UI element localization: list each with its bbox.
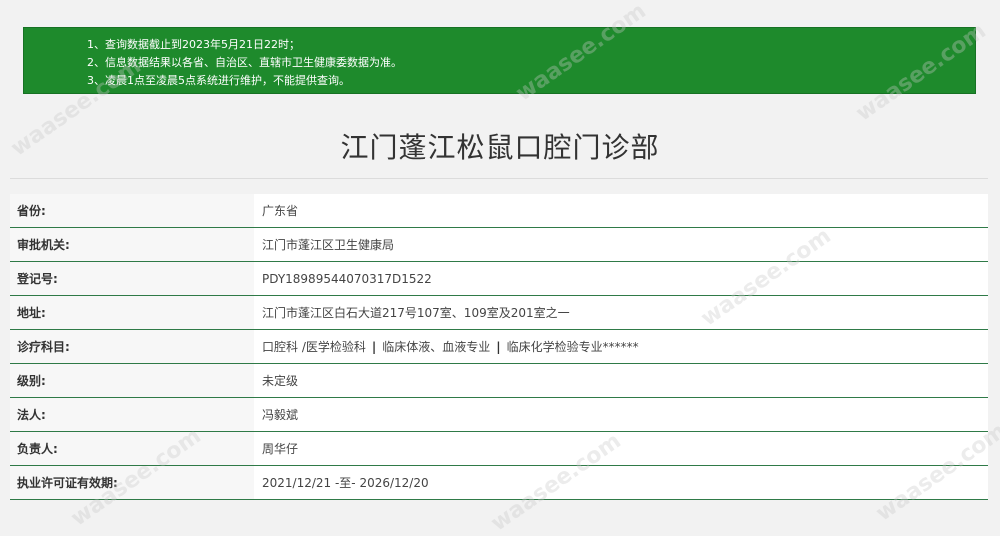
row-label: 执业许可证有效期: [10,466,254,499]
department-item: 临床体液、血液专业 [382,340,491,354]
row-value: 江门市蓬江区卫生健康局 [262,238,395,252]
page-title: 江门蓬江松鼠口腔门诊部 [340,131,660,164]
table-row: 执业许可证有效期: 2021/12/21 -至- 2026/12/20 [10,466,988,500]
row-value: 2021/12/21 -至- 2026/12/20 [262,476,429,490]
department-item: 口腔科 /医学检验科 [262,340,366,354]
title-divider [10,178,988,179]
row-value: 周华仔 [262,442,299,456]
table-row: 级别: 未定级 [10,364,988,398]
row-label: 登记号: [10,262,254,295]
row-value: 广东省 [262,204,299,218]
info-table: 省份: 广东省 审批机关: 江门市蓬江区卫生健康局 登记号: PDY189895… [10,194,988,500]
notice-item: 3、凌晨1点至凌晨5点系统进行维护，不能提供查询。 [87,74,350,87]
table-row: 负责人: 周华仔 [10,432,988,466]
row-value: 未定级 [262,374,299,388]
department-item: 临床化学检验专业****** [506,340,639,354]
table-row: 地址: 江门市蓬江区白石大道217号107室、109室及201室之一 [10,296,988,330]
row-value: PDY18989544070317D1522 [262,271,432,286]
table-row: 审批机关: 江门市蓬江区卫生健康局 [10,228,988,262]
row-label: 法人: [10,398,254,431]
notice-item: 1、查询数据截止到2023年5月21日22时； [87,38,300,51]
row-label: 地址: [10,296,254,329]
row-value: 冯毅斌 [262,408,299,422]
notice-banner: 1、查询数据截止到2023年5月21日22时； 2、信息数据结果以各省、自治区、… [23,27,976,94]
row-label: 诊疗科目: [10,330,254,363]
table-row: 省份: 广东省 [10,194,988,228]
row-value: 江门市蓬江区白石大道217号107室、109室及201室之一 [262,306,570,320]
department-separator: | [371,339,377,354]
row-label: 负责人: [10,432,254,465]
table-row: 诊疗科目: 口腔科 /医学检验科 | 临床体液、血液专业 | 临床化学检验专业*… [10,330,988,364]
notice-item: 2、信息数据结果以各省、自治区、直辖市卫生健康委数据为准。 [87,56,402,69]
notice-list: 1、查询数据截止到2023年5月21日22时； 2、信息数据结果以各省、自治区、… [87,36,975,90]
row-value-departments: 口腔科 /医学检验科 | 临床体液、血液专业 | 临床化学检验专业****** [254,330,988,363]
table-row: 法人: 冯毅斌 [10,398,988,432]
row-label: 省份: [10,194,254,227]
table-row: 登记号: PDY18989544070317D1522 [10,262,988,296]
department-separator: | [496,339,501,354]
row-label: 级别: [10,364,254,397]
row-label: 审批机关: [10,228,254,261]
